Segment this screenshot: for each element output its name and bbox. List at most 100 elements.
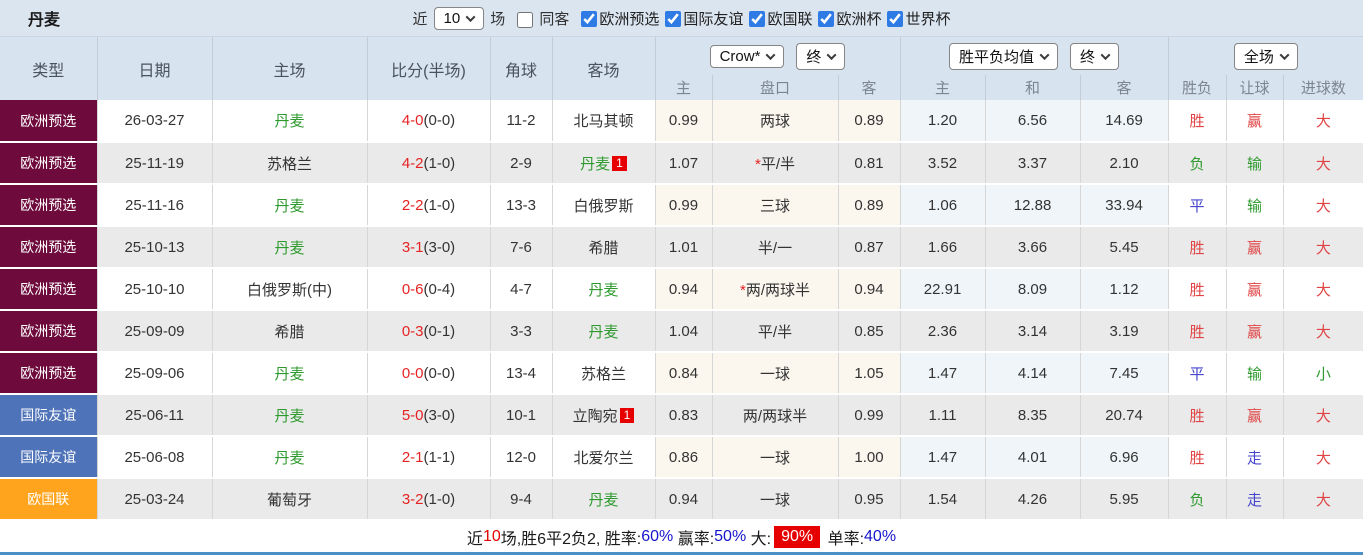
- result-goals-cell: 小: [1283, 352, 1363, 395]
- type-cell: 国际友谊: [0, 436, 98, 479]
- result-handicap-cell: 输: [1226, 184, 1284, 227]
- score-cell: 4-2(1-0): [367, 142, 491, 185]
- topbar: 丹麦 近 10 场 同客 欧洲预选 国际友谊 欧国联 欧洲杯 世界杯: [0, 0, 1363, 37]
- result-wdl-cell: 负: [1168, 142, 1227, 185]
- bookmaker-away-odds: 1.00: [838, 436, 901, 479]
- home-team-cell: 白俄罗斯(中): [212, 268, 368, 311]
- result-handicap-cell: 走: [1226, 436, 1284, 479]
- result-goals-cell: 大: [1283, 268, 1363, 311]
- match-row: 欧洲预选 25-09-06 丹麦 0-0(0-0) 13-4 苏格兰 0.84 一球 1.05 1…: [0, 352, 1363, 395]
- summary-recent: 近: [466, 530, 483, 548]
- fulltime-score: 2-1: [401, 448, 424, 466]
- score-cell: 3-1(3-0): [367, 226, 491, 269]
- handicap-cell: 两/两球半: [712, 394, 839, 437]
- league-filter-label: 国际友谊: [683, 11, 744, 28]
- col-header-type: 类型: [0, 37, 98, 100]
- fulltime-score: 0-3: [401, 322, 424, 340]
- result-goals-cell: 大: [1283, 436, 1363, 479]
- bookmaker-odds-time-value: 终: [806, 48, 822, 66]
- average-draw-odds: 3.37: [985, 142, 1081, 185]
- halftime-score: (3-0): [423, 238, 456, 256]
- corners-cell: 13-3: [490, 184, 553, 227]
- page-title: 丹麦: [28, 12, 61, 29]
- average-draw-odds: 3.14: [985, 310, 1081, 353]
- result-wdl-cell: 胜: [1168, 226, 1227, 269]
- match-row: 欧洲预选 25-11-19 苏格兰 4-2(1-0) 2-9 丹麦 1 1.07 *平/半 0.8…: [0, 142, 1363, 185]
- match-row: 欧洲预选 26-03-27 丹麦 4-0(0-0) 11-2 北马其顿 0.99 两球 0.89…: [0, 100, 1363, 143]
- home-team-cell: 丹麦: [212, 226, 368, 269]
- match-scope-select[interactable]: 全场: [1233, 42, 1298, 70]
- halftime-score: (1-0): [423, 490, 456, 508]
- result-goals-cell: 大: [1283, 100, 1363, 143]
- date-cell: 25-11-16: [97, 184, 213, 227]
- bookmaker-home-odds: 0.94: [655, 478, 713, 521]
- home-team-cell: 丹麦: [212, 394, 368, 437]
- average-odds-time-select[interactable]: 终: [1070, 42, 1120, 70]
- corners-cell: 11-2: [490, 100, 553, 143]
- result-wdl-cell: 胜: [1168, 436, 1227, 479]
- home-team-cell: 丹麦: [212, 352, 368, 395]
- match-row: 国际友谊 25-06-11 丹麦 5-0(3-0) 10-1 立陶宛 1 0.83 两/两球半 0…: [0, 394, 1363, 437]
- team-name: 白俄罗斯: [573, 197, 634, 215]
- average-away-odds: 33.94: [1080, 184, 1169, 227]
- average-odds-select[interactable]: 胜平负均值: [949, 42, 1059, 70]
- league-filter-checkbox-2[interactable]: [749, 10, 766, 27]
- home-team-cell: 苏格兰: [212, 142, 368, 185]
- chevron-down-icon: [465, 12, 476, 23]
- score-cell: 3-2(1-0): [367, 478, 491, 521]
- date-cell: 25-10-13: [97, 226, 213, 269]
- average-home-odds: 3.52: [900, 142, 986, 185]
- result-handicap-cell: 走: [1226, 478, 1284, 521]
- average-home-odds: 1.47: [900, 436, 986, 479]
- result-handicap-cell: 赢: [1226, 268, 1284, 311]
- result-handicap-cell: 赢: [1226, 100, 1284, 143]
- same-away-checkbox[interactable]: [517, 12, 534, 29]
- fulltime-score: 4-0: [401, 112, 424, 129]
- handicap-line: 两/两球半: [745, 281, 810, 299]
- league-filter-checkbox-4[interactable]: [887, 10, 904, 27]
- league-filter-checkbox-0[interactable]: [581, 10, 598, 27]
- average-away-odds: 5.95: [1080, 478, 1169, 521]
- away-team-cell: 立陶宛 1: [552, 394, 656, 437]
- same-away-label: 同客: [539, 11, 570, 28]
- average-home-odds: 1.06: [900, 184, 986, 227]
- result-handicap-cell: 输: [1226, 142, 1284, 185]
- average-draw-odds: 4.01: [985, 436, 1081, 479]
- summary-record: 场,胜6平2负2, 胜率:: [500, 530, 642, 548]
- league-filter-checkbox-3[interactable]: [818, 10, 835, 27]
- recent-count-select[interactable]: 10: [433, 7, 485, 30]
- corners-cell: 12-0: [490, 436, 553, 479]
- handicap-line: 一球: [759, 449, 790, 467]
- bookmaker-select[interactable]: Crow*: [709, 44, 785, 68]
- type-cell: 欧洲预选: [0, 100, 98, 143]
- bookmaker-away-odds: 0.94: [838, 268, 901, 311]
- average-away-odds: 2.10: [1080, 142, 1169, 185]
- bookmaker-odds-time-select[interactable]: 终: [796, 42, 846, 70]
- average-draw-odds: 6.56: [985, 100, 1081, 143]
- league-filter-1: 国际友谊: [659, 8, 743, 29]
- col-header-date: 日期: [97, 37, 213, 100]
- league-filter-checkbox-1[interactable]: [665, 10, 682, 27]
- score-cell: 0-0(0-0): [367, 352, 491, 395]
- team-name: 北马其顿: [573, 113, 634, 130]
- chevron-down-icon: [1100, 49, 1111, 60]
- type-cell: 欧洲预选: [0, 184, 98, 227]
- bookmaker-home-odds: 1.04: [655, 310, 713, 353]
- result-handicap-cell: 赢: [1226, 310, 1284, 353]
- halftime-score: (1-0): [423, 154, 456, 172]
- halftime-score: (0-0): [423, 364, 456, 382]
- bookmaker-away-odds: 0.85: [838, 310, 901, 353]
- score-cell: 0-6(0-4): [367, 268, 491, 311]
- match-row: 欧洲预选 25-10-13 丹麦 3-1(3-0) 7-6 希腊 1.01 半/一 0.87 1.…: [0, 226, 1363, 269]
- type-cell: 欧洲预选: [0, 352, 98, 395]
- league-filter-3: 欧洲杯: [812, 8, 881, 29]
- bookmaker-header-group: Crow* 终: [655, 37, 901, 75]
- chevron-down-icon: [1279, 49, 1290, 60]
- summary-win-rate: 60%: [641, 527, 674, 545]
- date-cell: 25-10-10: [97, 268, 213, 311]
- result-handicap-cell: 赢: [1226, 394, 1284, 437]
- recent-label: 近: [412, 11, 428, 28]
- team-name: 立陶宛: [572, 407, 618, 425]
- summary-da-rate-badge: 90%: [774, 525, 821, 548]
- league-filter-label: 欧洲杯: [836, 11, 882, 28]
